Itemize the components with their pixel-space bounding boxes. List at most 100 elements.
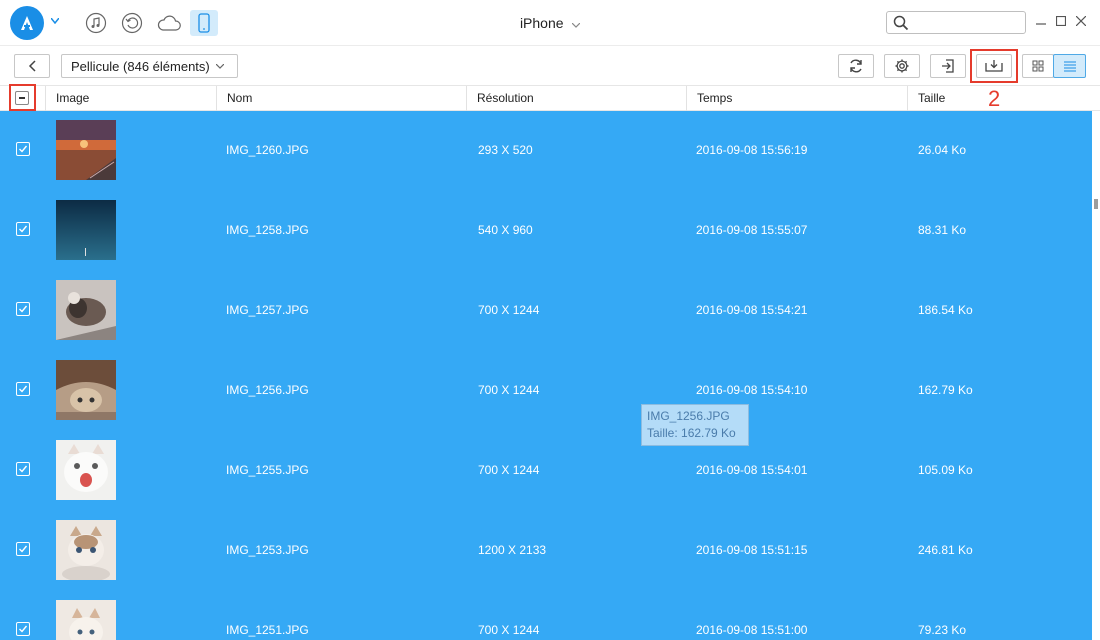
cell-resolution: 700 X 1244 bbox=[478, 383, 540, 397]
photo-thumbnail[interactable] bbox=[56, 600, 116, 640]
table-row[interactable]: IMG_1256.JPG 700 X 1244 2016-09-08 15:54… bbox=[0, 351, 1092, 431]
grid-view-button[interactable] bbox=[1022, 54, 1054, 78]
cell-resolution: 700 X 1244 bbox=[478, 303, 540, 317]
photo-thumbnail[interactable] bbox=[56, 440, 116, 500]
photo-thumbnail[interactable] bbox=[56, 120, 116, 180]
cloud-icon[interactable] bbox=[155, 11, 183, 35]
cell-name: IMG_1255.JPG bbox=[226, 463, 309, 477]
cell-size: 26.04 Ko bbox=[918, 143, 967, 157]
gear-icon bbox=[895, 59, 909, 73]
checkmark-icon bbox=[19, 625, 28, 633]
scrollbar-thumb[interactable] bbox=[1094, 199, 1098, 209]
list-view-button[interactable] bbox=[1053, 54, 1086, 78]
import-button[interactable] bbox=[930, 54, 966, 78]
app-menu-chevron-icon[interactable] bbox=[50, 16, 60, 27]
chevron-left-icon bbox=[28, 60, 36, 72]
list-view-icon bbox=[1063, 61, 1076, 72]
checkmark-icon bbox=[19, 545, 28, 553]
tooltip-size: Taille: 162.79 Ko bbox=[647, 426, 736, 440]
cell-name: IMG_1258.JPG bbox=[226, 223, 309, 237]
photo-list: IMG_1260.JPG 293 X 520 2016-09-08 15:56:… bbox=[0, 111, 1092, 640]
close-icon[interactable] bbox=[1074, 14, 1088, 28]
table-row[interactable]: IMG_1257.JPG 700 X 1244 2016-09-08 15:54… bbox=[0, 271, 1092, 351]
photo-thumbnail[interactable] bbox=[56, 200, 116, 260]
row-checkbox[interactable] bbox=[16, 462, 30, 476]
table-header: Image Nom Résolution Temps Taille bbox=[0, 86, 1100, 111]
chevron-down-icon bbox=[215, 61, 225, 71]
row-checkbox[interactable] bbox=[16, 142, 30, 156]
photo-thumbnail[interactable] bbox=[56, 520, 116, 580]
checkmark-icon bbox=[19, 145, 28, 153]
cell-time: 2016-09-08 15:54:10 bbox=[696, 383, 808, 397]
search-box[interactable] bbox=[886, 11, 1026, 34]
tooltip: IMG_1256.JPG Taille: 162.79 Ko bbox=[641, 404, 749, 446]
cell-size: 246.81 Ko bbox=[918, 543, 973, 557]
minimize-icon[interactable] bbox=[1034, 14, 1048, 28]
cell-size: 186.54 Ko bbox=[918, 303, 973, 317]
row-checkbox[interactable] bbox=[16, 382, 30, 396]
refresh-icon bbox=[850, 59, 862, 73]
cell-name: IMG_1260.JPG bbox=[226, 143, 309, 157]
photo-thumbnail[interactable] bbox=[56, 360, 116, 420]
row-checkbox[interactable] bbox=[16, 542, 30, 556]
cell-size: 88.31 Ko bbox=[918, 223, 967, 237]
cell-time: 2016-09-08 15:51:15 bbox=[696, 543, 808, 557]
grid-view-icon bbox=[1032, 60, 1044, 72]
back-button[interactable] bbox=[14, 54, 50, 78]
refresh-button[interactable] bbox=[838, 54, 874, 78]
row-checkbox[interactable] bbox=[16, 622, 30, 636]
column-header-name[interactable]: Nom bbox=[216, 86, 466, 111]
checkmark-icon bbox=[19, 225, 28, 233]
cell-resolution: 293 X 520 bbox=[478, 143, 533, 157]
import-icon bbox=[942, 59, 954, 73]
phone-icon[interactable] bbox=[190, 10, 218, 36]
row-checkbox[interactable] bbox=[16, 222, 30, 236]
cell-name: IMG_1256.JPG bbox=[226, 383, 309, 397]
select-all-checkbox[interactable] bbox=[15, 91, 29, 105]
cell-resolution: 1200 X 2133 bbox=[478, 543, 547, 557]
restore-icon[interactable] bbox=[120, 11, 144, 35]
cell-size: 162.79 Ko bbox=[918, 383, 973, 397]
search-icon bbox=[893, 15, 909, 31]
cell-time: 2016-09-08 15:54:01 bbox=[696, 463, 808, 477]
cell-time: 2016-09-08 15:55:07 bbox=[696, 223, 808, 237]
cell-time: 2016-09-08 15:54:21 bbox=[696, 303, 808, 317]
cell-name: IMG_1251.JPG bbox=[226, 623, 309, 637]
maximize-icon[interactable] bbox=[1054, 14, 1068, 28]
column-header-resolution[interactable]: Résolution bbox=[466, 86, 686, 111]
device-selector[interactable]: iPhone bbox=[520, 15, 581, 31]
table-row[interactable]: IMG_1253.JPG 1200 X 2133 2016-09-08 15:5… bbox=[0, 511, 1092, 591]
cell-size: 79.23 Ko bbox=[918, 623, 967, 637]
table-row[interactable]: IMG_1255.JPG 700 X 1244 2016-09-08 15:54… bbox=[0, 431, 1092, 511]
cell-resolution: 540 X 960 bbox=[478, 223, 533, 237]
cell-time: 2016-09-08 15:56:19 bbox=[696, 143, 808, 157]
photo-thumbnail[interactable] bbox=[56, 280, 116, 340]
column-header-image[interactable]: Image bbox=[45, 86, 216, 111]
column-header-time[interactable]: Temps bbox=[686, 86, 907, 111]
toolbar: Pellicule (846 éléments) bbox=[0, 46, 1100, 86]
table-row[interactable]: IMG_1251.JPG 700 X 1244 2016-09-08 15:51… bbox=[0, 591, 1092, 640]
album-label: Pellicule (846 éléments) bbox=[71, 58, 210, 74]
cell-name: IMG_1257.JPG bbox=[226, 303, 309, 317]
checkmark-icon bbox=[19, 305, 28, 313]
album-selector[interactable]: Pellicule (846 éléments) bbox=[61, 54, 238, 78]
title-bar: iPhone bbox=[0, 0, 1100, 46]
column-header-size[interactable]: Taille bbox=[907, 86, 1100, 111]
cell-resolution: 700 X 1244 bbox=[478, 463, 540, 477]
table-row[interactable]: IMG_1260.JPG 293 X 520 2016-09-08 15:56:… bbox=[0, 111, 1092, 191]
annotation-number-2: 2 bbox=[988, 86, 1001, 111]
row-checkbox[interactable] bbox=[16, 302, 30, 316]
app-logo-icon[interactable] bbox=[10, 6, 44, 40]
cell-name: IMG_1253.JPG bbox=[226, 543, 309, 557]
export-to-pc-button[interactable] bbox=[976, 54, 1012, 78]
cell-size: 105.09 Ko bbox=[918, 463, 973, 477]
tooltip-filename: IMG_1256.JPG bbox=[647, 409, 730, 423]
music-icon[interactable] bbox=[84, 11, 108, 35]
cell-resolution: 700 X 1244 bbox=[478, 623, 540, 637]
search-input[interactable] bbox=[913, 14, 1021, 31]
export-to-computer-icon bbox=[985, 60, 1003, 72]
settings-button[interactable] bbox=[884, 54, 920, 78]
cell-time: 2016-09-08 15:51:00 bbox=[696, 623, 808, 637]
vertical-scrollbar[interactable] bbox=[1092, 111, 1100, 640]
table-row[interactable]: IMG_1258.JPG 540 X 960 2016-09-08 15:55:… bbox=[0, 191, 1092, 271]
